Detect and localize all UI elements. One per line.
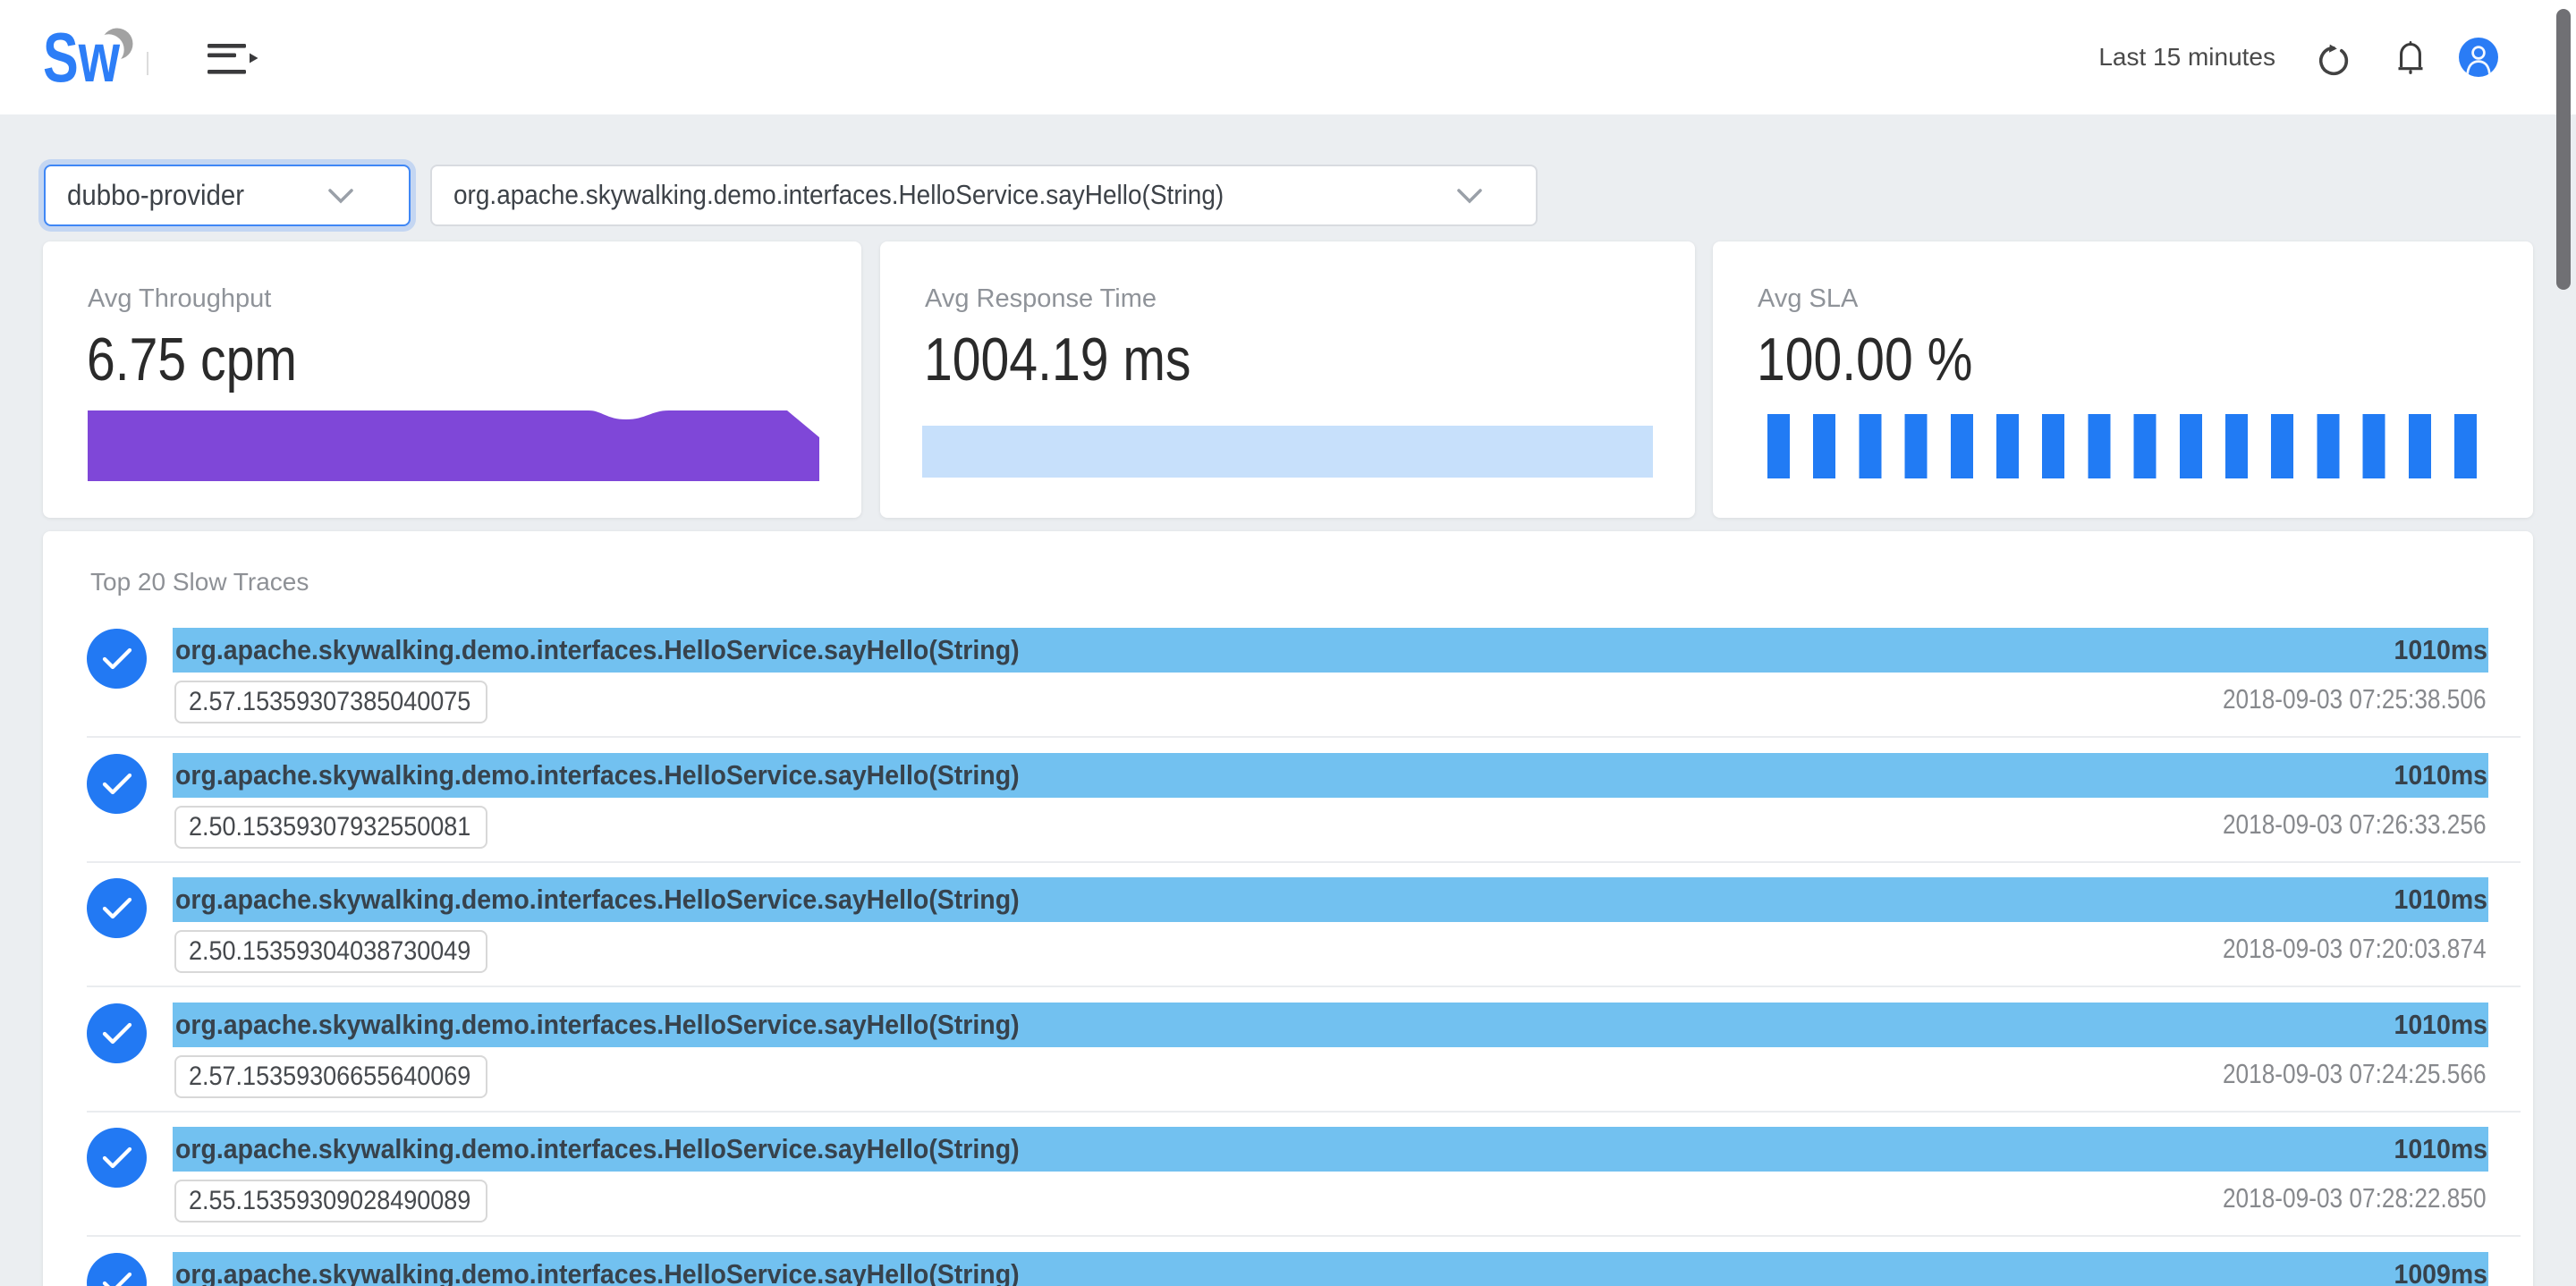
svg-text:Sw: Sw — [43, 25, 120, 93]
